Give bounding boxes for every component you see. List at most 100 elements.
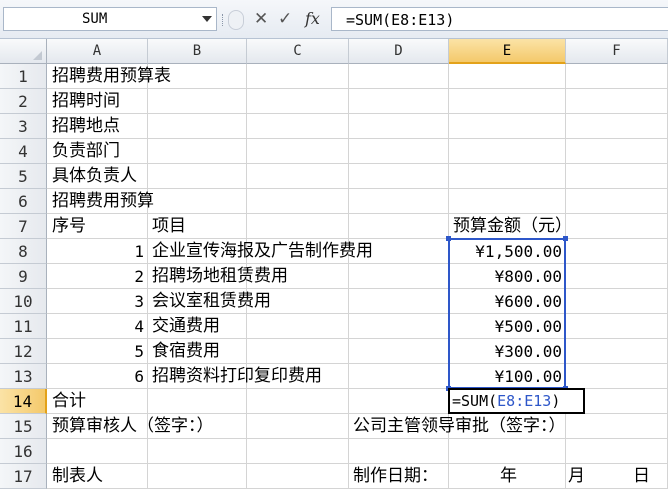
formula-input[interactable]: =SUM(E8:E13) <box>331 7 668 31</box>
row-header-12[interactable]: 12 <box>0 339 47 364</box>
cell-f10[interactable] <box>566 289 668 314</box>
cell-f7[interactable] <box>566 214 668 239</box>
cell-e3[interactable] <box>449 114 566 139</box>
cell-c14[interactable] <box>247 389 349 414</box>
row-header-11[interactable]: 11 <box>0 314 47 339</box>
cell-d14[interactable] <box>349 389 449 414</box>
chevron-down-icon[interactable] <box>202 16 212 22</box>
row-header-8[interactable]: 8 <box>0 239 47 264</box>
cell-c12[interactable] <box>247 339 349 364</box>
cell-d16[interactable] <box>349 439 449 464</box>
range-handle[interactable] <box>446 236 451 241</box>
cell-e6[interactable] <box>449 189 566 214</box>
cell-d5[interactable] <box>349 164 449 189</box>
row-header-1[interactable]: 1 <box>0 64 47 89</box>
cell-d13[interactable] <box>349 364 449 389</box>
item-number: 5 <box>134 342 144 361</box>
cell-f8[interactable] <box>566 239 668 264</box>
item-name: 交通费用 <box>152 316 220 336</box>
cell-b2[interactable] <box>148 89 247 114</box>
row-header-5[interactable]: 5 <box>0 164 47 189</box>
enter-icon[interactable]: ✓ <box>278 7 292 31</box>
column-header-b[interactable]: B <box>148 39 247 64</box>
cell-e5[interactable] <box>449 164 566 189</box>
column-header-f[interactable]: F <box>566 39 668 64</box>
cell-c4[interactable] <box>247 139 349 164</box>
cancel-icon[interactable]: ✕ <box>254 7 268 31</box>
cell-d15-text: 公司主管领导审批（签字：） <box>353 416 566 436</box>
cell-d2[interactable] <box>349 89 449 114</box>
cell-c11[interactable] <box>247 314 349 339</box>
cell-e1[interactable] <box>449 64 566 89</box>
row-header-7[interactable]: 7 <box>0 214 47 239</box>
cell-b5[interactable] <box>148 164 247 189</box>
cell-c7[interactable] <box>247 214 349 239</box>
cell-b17[interactable] <box>148 464 247 489</box>
cell-f1[interactable] <box>566 64 668 89</box>
cell-d10[interactable] <box>349 289 449 314</box>
cell-f6[interactable] <box>566 189 668 214</box>
row-header-16[interactable]: 16 <box>0 439 47 464</box>
cell-f11[interactable] <box>566 314 668 339</box>
cell-b6[interactable] <box>148 189 247 214</box>
cell-c1[interactable] <box>247 64 349 89</box>
row-header-10[interactable]: 10 <box>0 289 47 314</box>
cell-d7[interactable] <box>349 214 449 239</box>
cell-c17[interactable] <box>247 464 349 489</box>
cell-c3[interactable] <box>247 114 349 139</box>
cell-f2[interactable] <box>566 89 668 114</box>
column-header-d[interactable]: D <box>349 39 449 64</box>
active-cell-e14[interactable]: =SUM(E8:E13) <box>448 388 585 414</box>
cell-c15[interactable] <box>247 414 349 439</box>
row-header-3[interactable]: 3 <box>0 114 47 139</box>
cell-e4[interactable] <box>449 139 566 164</box>
cell-b4[interactable] <box>148 139 247 164</box>
column-header-e[interactable]: E <box>449 39 566 64</box>
cell-f9[interactable] <box>566 264 668 289</box>
column-header-a[interactable]: A <box>47 39 148 64</box>
cell-d12[interactable] <box>349 339 449 364</box>
cell-b3[interactable] <box>148 114 247 139</box>
row-header-17[interactable]: 17 <box>0 464 47 489</box>
cell-c16[interactable] <box>247 439 349 464</box>
cell-d6[interactable] <box>349 189 449 214</box>
row-header-9[interactable]: 9 <box>0 264 47 289</box>
cell-b14[interactable] <box>148 389 247 414</box>
name-box[interactable]: SUM <box>3 7 217 31</box>
row-header-13[interactable]: 13 <box>0 364 47 389</box>
item-number: 1 <box>134 242 144 261</box>
cell-f13[interactable] <box>566 364 668 389</box>
cell-b7-text: 项目 <box>152 216 186 236</box>
cell-d4[interactable] <box>349 139 449 164</box>
insert-function-icon[interactable]: fx <box>305 7 320 31</box>
cell-f5[interactable] <box>566 164 668 189</box>
expand-toggle-icon[interactable] <box>228 10 244 30</box>
item-name: 招聘场地租赁费用 <box>152 266 288 286</box>
cell-d1[interactable] <box>349 64 449 89</box>
cell-f3[interactable] <box>566 114 668 139</box>
select-all-corner[interactable] <box>0 39 47 64</box>
cell-d9[interactable] <box>349 264 449 289</box>
row-header-14[interactable]: 14 <box>0 389 47 414</box>
item-name: 企业宣传海报及广告制作费用 <box>152 241 373 261</box>
column-header-c[interactable]: C <box>247 39 349 64</box>
cell-a16[interactable] <box>47 439 148 464</box>
cell-a14-text: 合计 <box>52 391 86 411</box>
cell-b16[interactable] <box>148 439 247 464</box>
cell-f16[interactable] <box>566 439 668 464</box>
row-header-15[interactable]: 15 <box>0 414 47 439</box>
row-header-2[interactable]: 2 <box>0 89 47 114</box>
cell-c6[interactable] <box>247 189 349 214</box>
cell-f15[interactable] <box>566 414 668 439</box>
cell-d11[interactable] <box>349 314 449 339</box>
cell-c5[interactable] <box>247 164 349 189</box>
cell-d3[interactable] <box>349 114 449 139</box>
range-handle[interactable] <box>563 236 568 241</box>
row-header-6[interactable]: 6 <box>0 189 47 214</box>
cell-e16[interactable] <box>449 439 566 464</box>
cell-c2[interactable] <box>247 89 349 114</box>
cell-e2[interactable] <box>449 89 566 114</box>
cell-f4[interactable] <box>566 139 668 164</box>
row-header-4[interactable]: 4 <box>0 139 47 164</box>
cell-f12[interactable] <box>566 339 668 364</box>
